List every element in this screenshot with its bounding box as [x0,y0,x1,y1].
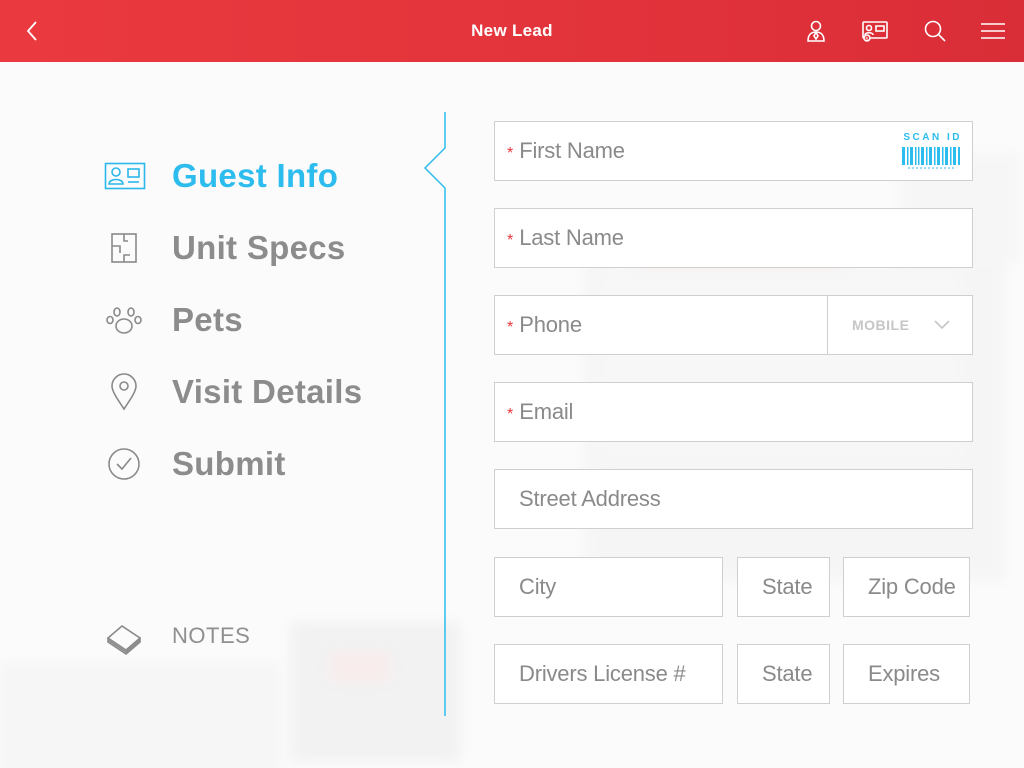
svg-text:$: $ [865,37,868,43]
required-mark: * [507,232,514,249]
check-circle-icon [108,448,140,480]
state-field[interactable]: State [737,557,830,617]
barcode-icon [902,147,960,169]
drivers-license-field[interactable]: Drivers License # [494,644,723,704]
first-name-placeholder: First Name [519,138,625,163]
phone-field[interactable]: * Phone MOBILE [494,295,973,355]
license-state-field[interactable]: State [737,644,830,704]
scan-id-label: SCAN ID [903,132,962,143]
header-bar: New Lead $ [0,0,1024,62]
nav-label: Unit Specs [172,229,346,266]
back-button[interactable] [20,16,48,46]
street-address-field[interactable]: Street Address [494,469,973,529]
notes-label: NOTES [172,623,251,648]
license-expires-placeholder: Expires [868,661,940,686]
drivers-license-placeholder: Drivers License # [519,661,686,686]
email-placeholder: Email [519,399,574,424]
nav-item-submit[interactable]: Submit [104,428,424,500]
first-name-field[interactable]: * First Name SCAN ID [494,121,973,181]
section-divider [423,112,446,716]
agent-icon [807,20,825,42]
id-card-button[interactable]: $ [860,17,890,45]
menu-icon [981,23,1005,39]
phone-type-value: MOBILE [852,317,910,333]
nav-label: Guest Info [172,157,339,194]
zip-code-placeholder: Zip Code [868,574,956,599]
zip-code-field[interactable]: Zip Code [843,557,970,617]
required-mark: * [507,319,514,336]
location-pin-icon [111,373,137,411]
state-placeholder: State [762,574,813,599]
back-icon [26,21,37,41]
street-address-placeholder: Street Address [519,486,661,511]
floorplan-icon [111,233,137,263]
license-state-placeholder: State [762,661,813,686]
nav-label: Pets [172,301,243,338]
required-mark: * [507,406,514,423]
nav-label: Visit Details [172,373,363,410]
paw-icon [106,307,142,334]
notes-icon [106,624,142,656]
phone-type-select[interactable]: MOBILE [827,296,972,354]
notes-button[interactable]: NOTES [104,618,251,656]
license-expires-field[interactable]: Expires [843,644,970,704]
city-field[interactable]: City [494,557,723,617]
id-card-icon: $ [862,21,888,43]
city-placeholder: City [519,574,557,599]
nav-item-guest-info[interactable]: Guest Info [104,140,424,212]
required-mark: * [507,145,514,162]
agent-button[interactable] [801,17,831,45]
nav-label: Submit [172,445,286,482]
menu-button[interactable] [978,17,1008,45]
nav-item-visit-details[interactable]: Visit Details [104,356,424,428]
nav-item-unit-specs[interactable]: Unit Specs [104,212,424,284]
last-name-placeholder: Last Name [519,225,624,250]
phone-placeholder: Phone [519,312,582,337]
chevron-down-icon [934,320,950,330]
nav-item-pets[interactable]: Pets [104,284,424,356]
scan-id-button[interactable]: SCAN ID [900,132,964,172]
search-button[interactable] [920,17,950,45]
last-name-field[interactable]: * Last Name [494,208,973,268]
id-card-icon [104,162,146,190]
email-field[interactable]: * Email [494,382,973,442]
step-navigation: Guest Info Unit Specs Pets Visit Details… [104,140,424,500]
search-icon [924,20,946,42]
